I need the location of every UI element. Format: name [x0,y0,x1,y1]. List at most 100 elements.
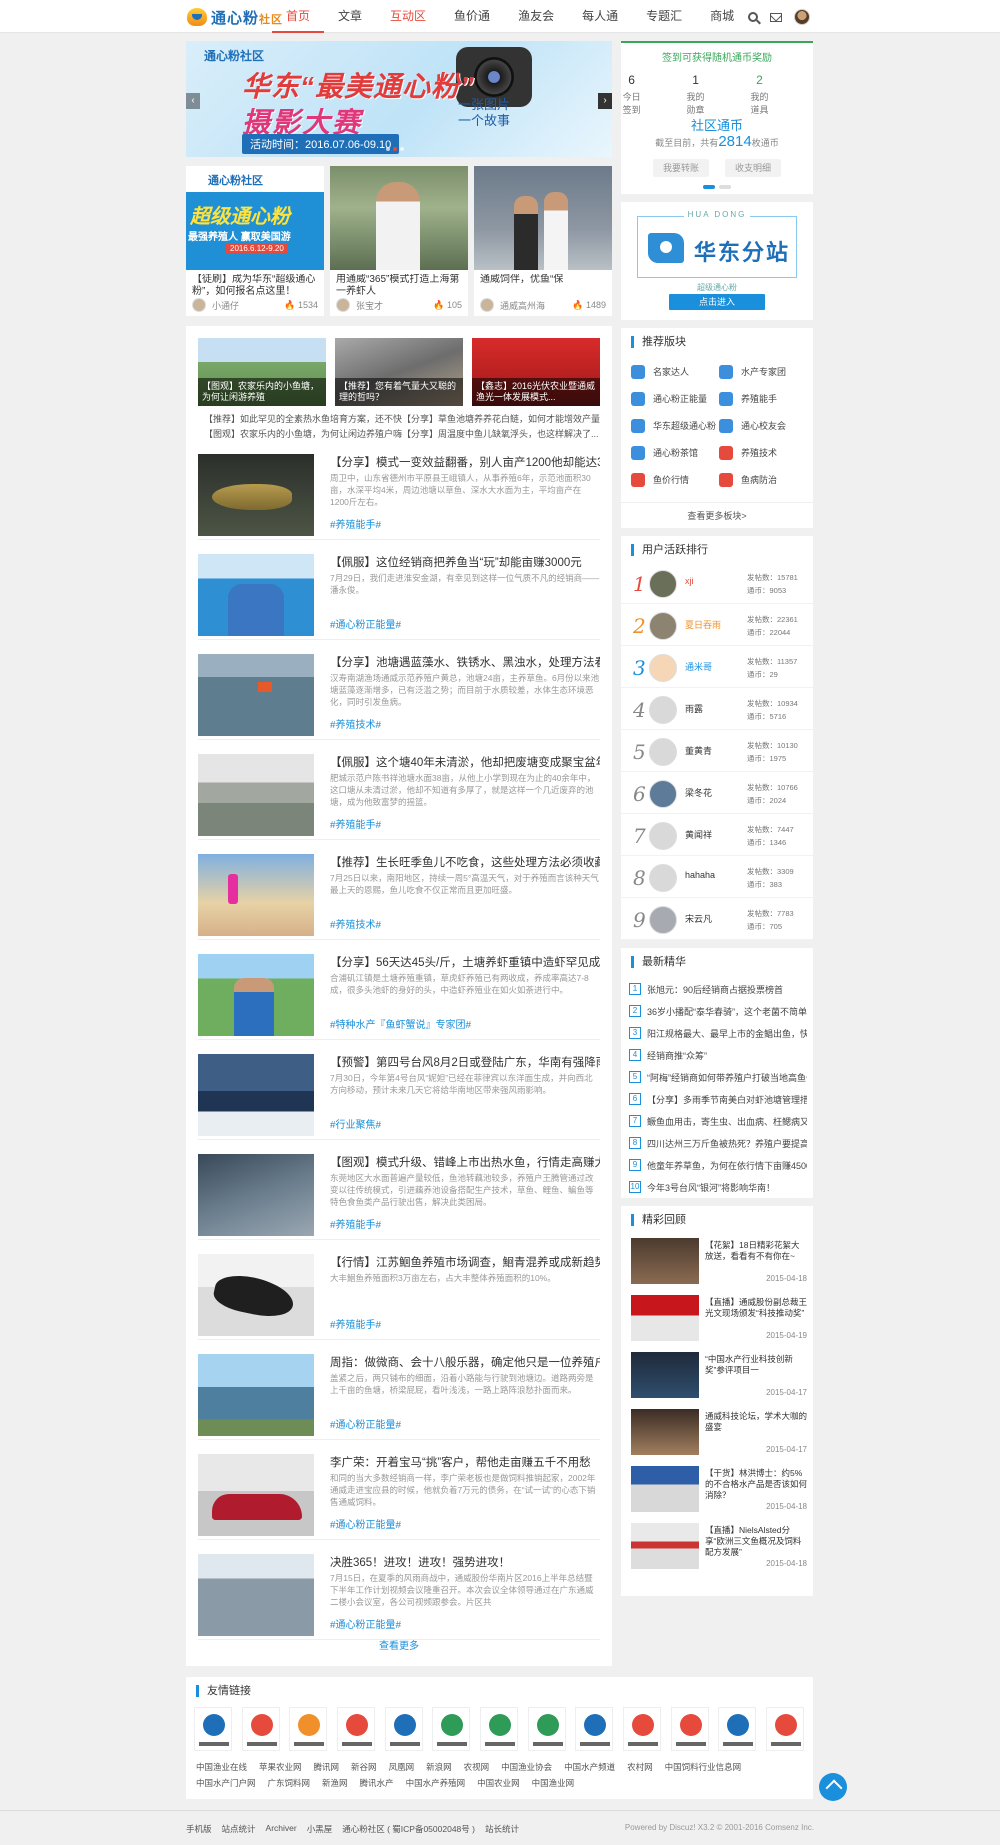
review-item[interactable]: 【干货】林洪博士：约5%的不合格水产品是否该如何消除？ 2015-04-18 [631,1466,807,1516]
rank-username[interactable]: 通米哥 [685,660,712,673]
rank-row[interactable]: 8 hahaha 发帖数：3309 通币：383 [621,856,813,898]
author-avatar[interactable] [480,298,494,312]
article-item[interactable]: 【图观】模式升级、错峰上市出热水鱼，行情走高赚大发！ 东莞地区大水面普遍产量较低… [198,1150,600,1240]
more-boards-link[interactable]: 查看更多板块> [621,502,813,522]
avatar[interactable] [649,906,677,934]
friend-link[interactable]: 中国水产养殖网 [406,1775,466,1791]
partner-logo[interactable] [384,1707,423,1751]
article-title[interactable]: 【分享】池塘遇蓝藻水、铁锈水、黑浊水，处理方法看这里 [330,654,600,670]
banner-prev-arrow-icon[interactable]: ‹ [186,93,200,109]
friend-link[interactable]: 中国饲料行业信息网 [665,1759,742,1775]
highlight-link[interactable]: 4 经销商推“众筹” [629,1044,807,1066]
highlight-link[interactable]: 8四川达州三万斤鱼被热死？养殖户要提高警惕 [629,1132,807,1154]
board-link[interactable]: 华东超级通心粉 [631,412,719,439]
sign-in-title[interactable]: 签到可获得随机通币奖励 [621,49,813,64]
highlight-link[interactable]: 7鳜鱼血用击，寄生虫、出血病、枉鳃病又来！ [629,1110,807,1132]
rank-username[interactable]: 夏日吞雨 [685,618,721,631]
article-item[interactable]: 【预警】第四号台风8月2日或登陆广东，华南有强降雨！ 7月30日，今年第4号台风… [198,1050,600,1140]
friend-link[interactable]: 广东饲料网 [268,1775,311,1791]
article-tag[interactable]: #养殖能手# [330,1216,381,1231]
friend-link[interactable]: 中国渔业网 [532,1775,575,1791]
text-link[interactable]: 【分享】周温度中鱼儿缺氧浮头，也这样解决了... [402,427,600,442]
article-title[interactable]: 周指：做微商、会十八般乐器，确定他只是一位养殖户？ [330,1354,600,1370]
featured-card[interactable]: 通心粉社区 超级通心粉 最强养殖人 赢取美国游 2016.6.12-9.20 【… [186,166,324,316]
back-to-top-icon[interactable] [819,1773,847,1801]
avatar[interactable] [649,780,677,808]
footer-link[interactable]: 通心粉社区 ( 蜀ICP备05002048号 ) [342,1823,475,1835]
partner-logo[interactable] [575,1707,614,1751]
article-item[interactable]: 【分享】56天达45头/斤，土塘养虾重镇中造虾罕见成效出炉 合浦矶江镇是土塘养殖… [198,950,600,1040]
review-item[interactable]: 【花絮】18日精彩花絮大放送，看看有不有你在~ 2015-04-18 [631,1238,807,1288]
article-tag[interactable]: #行业聚焦# [330,1116,381,1131]
review-item[interactable]: 【直播】通威股份副总裁王光文现场颁发“科技推动奖” 2015-04-19 [631,1295,807,1345]
article-tag[interactable]: #通心粉正能量# [330,616,401,631]
board-link[interactable]: 养殖能手 [719,385,807,412]
article-thumbnail[interactable] [198,454,314,536]
banner-dot[interactable] [400,147,404,151]
highlight-link[interactable]: 2 36岁小播配“泰华春骑”，这个老菌不简单 [629,1000,807,1022]
article-title[interactable]: 【佩服】这位经销商把养鱼当“玩”却能亩赚3000元 [330,554,600,570]
rank-username[interactable]: 宋云凡 [685,912,712,925]
nav-fish-price[interactable]: 鱼价通 [440,0,504,33]
card-author[interactable]: 张宝才 [356,299,383,312]
article-title[interactable]: 【分享】模式一变效益翻番，别人亩产1200他却能达3000斤 [330,454,600,470]
article-title[interactable]: 【行情】江苏鮰鱼养殖市场调查，鮰青混养或成新趋势 [330,1254,600,1270]
article-title[interactable]: 【预警】第四号台风8月2日或登陆广东，华南有强降雨！ [330,1054,600,1070]
article-tag[interactable]: #养殖技术# [330,916,381,931]
footer-link[interactable]: 站点统计 [222,1823,256,1835]
article-item[interactable]: 【分享】模式一变效益翻番，别人亩产1200他却能达3000斤 周卫中，山东省德州… [198,450,600,540]
article-thumbnail[interactable] [198,954,314,1036]
review-title[interactable]: 【花絮】18日精彩花絮大放送，看看有不有你在~ [705,1240,807,1273]
article-item[interactable]: 【佩服】这个塘40年未清淤，他却把废塘变成聚宝盆年赚20... 肥城示范户陈书祥… [198,750,600,840]
board-link[interactable]: 通心校友会 [719,412,807,439]
banner-dot[interactable] [393,147,397,151]
highlight-link[interactable]: 5 “阿梅”经销商如何带养殖户打破当地高鱼价 [629,1066,807,1088]
highlight-link[interactable]: 3阳江规格最大、最早上市的金鲳出鱼，快来了 [629,1022,807,1044]
nav-home[interactable]: 首页 [272,0,325,33]
highlight-link[interactable]: 10 今年3号台风“银河”将影响华南！ [629,1176,807,1198]
board-link[interactable]: 通心粉茶馆 [631,439,719,466]
rank-username[interactable]: 黄闻祥 [685,828,712,841]
article-tag[interactable]: #特种水产『鱼虾蟹说』专家团# [330,1016,471,1031]
board-link[interactable]: 鱼病防治 [719,466,807,493]
load-more-link[interactable]: 查看更多 [186,1637,612,1652]
friend-link[interactable]: 中国渔业协会 [501,1759,552,1775]
partner-logo[interactable] [479,1707,518,1751]
article-thumbnail[interactable] [198,1154,314,1236]
rank-row[interactable]: 5 董黄青 发帖数：10130 通币：1975 [621,730,813,772]
banner-dot[interactable] [386,147,390,151]
friend-link[interactable]: 腾讯网 [314,1759,340,1775]
featured-card[interactable]: 用通威“365”模式打造上海第一养虾人 张宝才 🔥 105 [330,166,468,316]
avatar[interactable] [649,864,677,892]
partner-logo[interactable] [289,1707,328,1751]
avatar[interactable] [649,738,677,766]
enter-station-button[interactable]: 点击进入 [669,294,765,310]
review-thumbnail[interactable] [631,1523,699,1569]
review-thumbnail[interactable] [631,1409,699,1455]
nav-articles[interactable]: 文章 [324,0,376,33]
article-thumbnail[interactable] [198,1554,314,1636]
footer-link[interactable]: Archiver [266,1823,297,1835]
review-title[interactable]: 通威科技论坛，学术大咖的盛宴 [705,1411,807,1444]
banner-next-arrow-icon[interactable]: › [598,93,612,109]
card-author[interactable]: 小通仔 [212,299,239,312]
friend-link[interactable]: 新渔网 [322,1775,348,1791]
review-thumbnail[interactable] [631,1295,699,1341]
slide-dot[interactable] [703,185,715,189]
footer-link[interactable]: 小黑屋 [307,1823,333,1835]
partner-logo[interactable] [194,1707,232,1751]
author-avatar[interactable] [336,298,350,312]
statement-button[interactable]: 收支明细 [725,159,781,177]
board-link[interactable]: 通心粉正能量 [631,385,719,412]
friend-link[interactable]: 凤凰网 [389,1759,415,1775]
author-avatar[interactable] [192,298,206,312]
review-item[interactable]: “中国水产行业科技创新奖”参评项目一 2015-04-17 [631,1352,807,1402]
friend-link[interactable]: 中国农业网 [477,1775,520,1791]
friend-link[interactable]: 中国渔业在线 [196,1759,247,1775]
rank-row[interactable]: 6 梁冬花 发帖数：10766 通币：2024 [621,772,813,814]
footer-link[interactable]: 手机版 [186,1823,212,1835]
avatar[interactable] [649,822,677,850]
article-tag[interactable]: #通心粉正能量# [330,1616,401,1631]
article-tag[interactable]: #养殖技术# [330,716,381,731]
avatar[interactable] [649,654,677,682]
